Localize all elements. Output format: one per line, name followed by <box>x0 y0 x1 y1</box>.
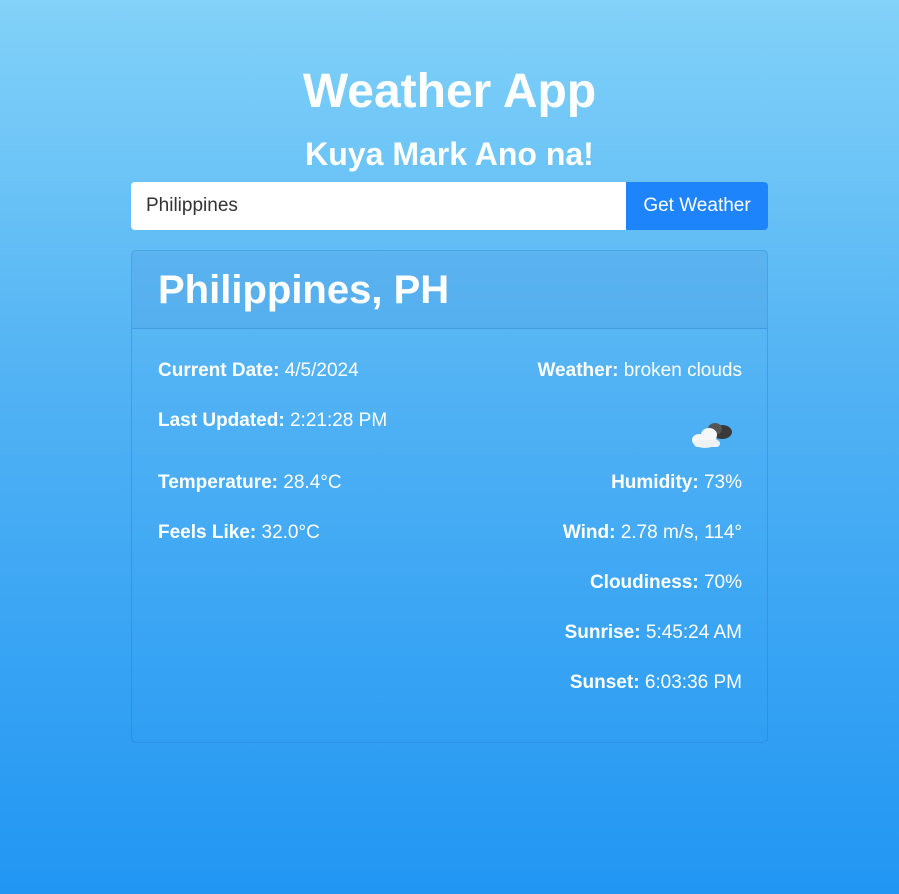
cloudiness-row: Cloudiness: 70% <box>590 571 742 595</box>
last-updated-value: 2:21:28 PM <box>289 410 388 431</box>
broken-clouds-icon <box>692 423 732 448</box>
wind-row: Wind: 2.78 m/s, 114° <box>563 521 742 545</box>
get-weather-button[interactable]: Get Weather <box>626 182 768 230</box>
temperature-row: Temperature: 28.4°C <box>158 471 342 495</box>
sunset-label: Sunset: <box>569 672 640 693</box>
sunrise-label: Sunrise: <box>564 622 641 643</box>
weather-row: Weather: broken clouds <box>537 359 742 383</box>
wind-label: Wind: <box>562 522 616 543</box>
weather-label: Weather: <box>537 360 619 381</box>
sunrise-value: 5:45:24 AM <box>645 622 742 643</box>
current-date-value: 4/5/2024 <box>284 360 359 381</box>
humidity-row: Humidity: 73% <box>611 471 742 495</box>
app-title: Weather App <box>302 65 597 118</box>
location-input[interactable] <box>131 182 626 230</box>
cloudiness-value: 70% <box>703 572 742 593</box>
card-header: Philippines, PH <box>132 251 767 329</box>
feels-like-row: Feels Like: 32.0°C <box>158 521 320 545</box>
humidity-value: 73% <box>703 472 742 493</box>
feels-like-value: 32.0°C <box>261 522 320 543</box>
cloudiness-label: Cloudiness: <box>589 572 699 593</box>
weather-value: broken clouds <box>623 360 742 381</box>
last-updated-label: Last Updated: <box>158 410 285 431</box>
app-subtitle: Kuya Mark Ano na! <box>305 136 594 172</box>
current-date-row: Current Date: 4/5/2024 <box>158 359 359 383</box>
temperature-value: 28.4°C <box>283 472 342 493</box>
sunset-row: Sunset: 6:03:36 PM <box>570 671 742 695</box>
feels-like-label: Feels Like: <box>158 522 257 543</box>
last-updated-row: Last Updated: 2:21:28 PM <box>158 409 387 433</box>
current-date-label: Current Date: <box>158 360 280 381</box>
sunrise-row: Sunrise: 5:45:24 AM <box>565 621 742 645</box>
location-title: Philippines, PH <box>158 267 450 312</box>
weather-card: Philippines, PH Current Date: 4/5/2024 L… <box>131 250 768 743</box>
search-bar: Get Weather <box>131 182 768 230</box>
sunset-value: 6:03:36 PM <box>644 672 742 693</box>
wind-value: 2.78 m/s, 114° <box>620 522 742 543</box>
temperature-label: Temperature: <box>158 472 279 493</box>
humidity-label: Humidity: <box>611 472 699 493</box>
